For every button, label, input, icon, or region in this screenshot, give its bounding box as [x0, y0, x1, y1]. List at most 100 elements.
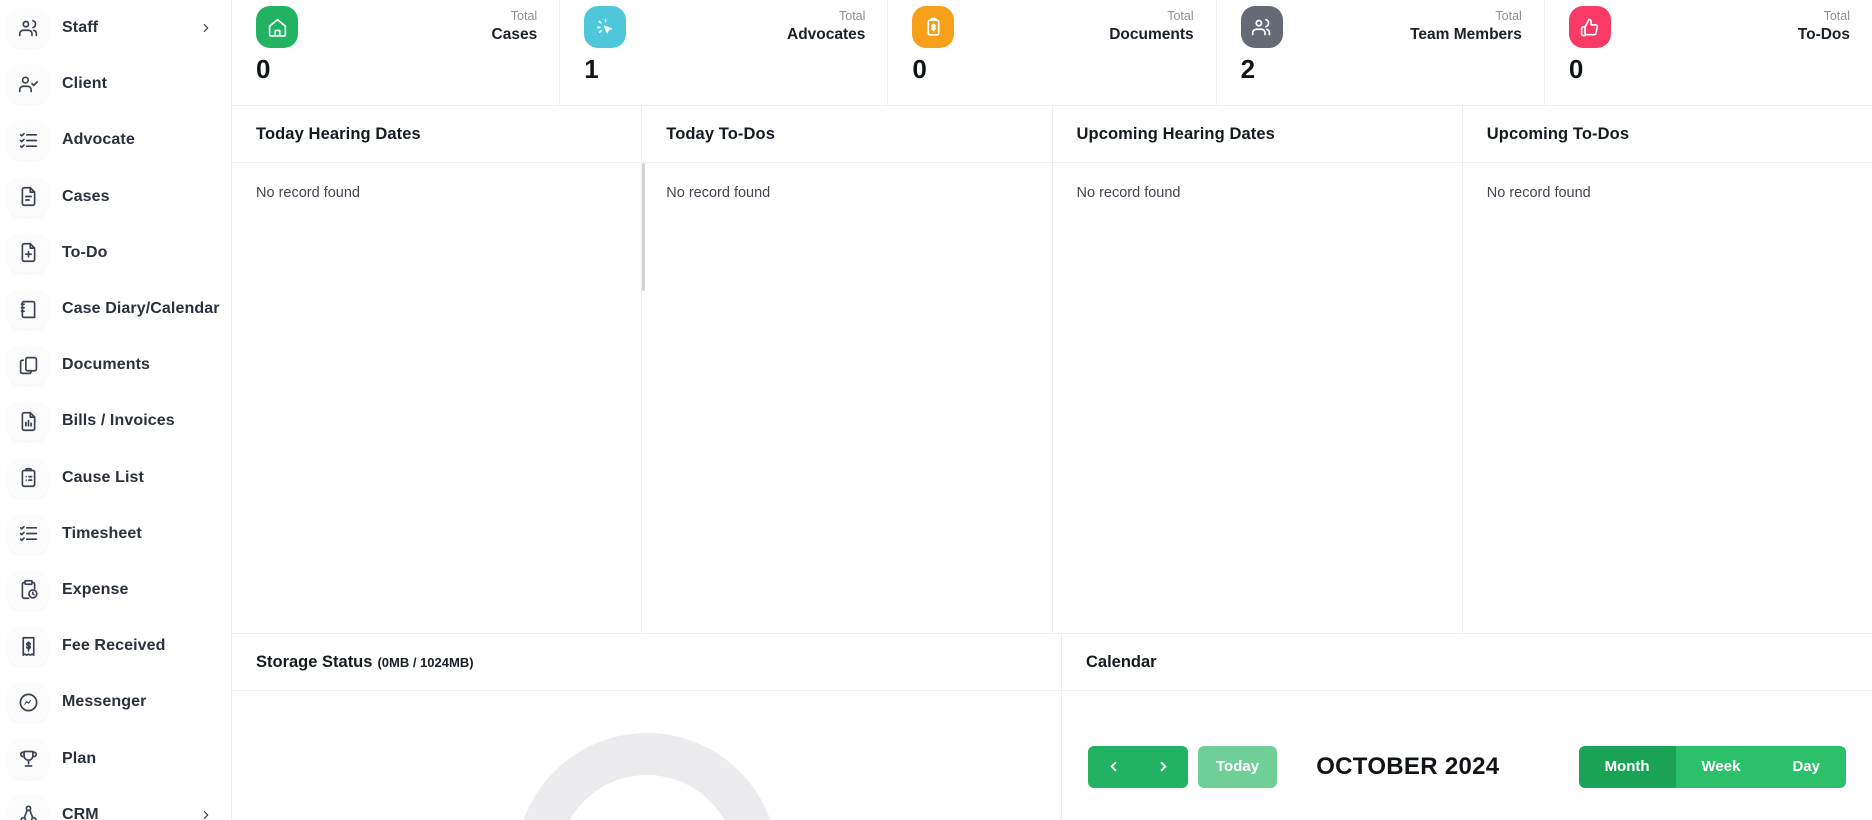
calendar-prev-button[interactable]	[1088, 745, 1138, 788]
panel-body: No record found	[1053, 163, 1462, 633]
stat-card-meta: Total Team Members	[1410, 6, 1522, 45]
calendar-title: Calendar	[1086, 652, 1157, 671]
calendar-view-day-button[interactable]: Day	[1766, 745, 1846, 788]
sidebar-item-label: To-Do	[62, 243, 108, 261]
panel-title: Upcoming Hearing Dates	[1076, 124, 1275, 143]
file-text-icon	[8, 176, 48, 217]
sidebar-item-cases[interactable]: Cases	[0, 169, 231, 225]
stat-card-documents[interactable]: Total Documents 0	[888, 0, 1217, 105]
stat-card-advocates[interactable]: Total Advocates 1	[560, 0, 889, 105]
trophy-icon	[8, 738, 48, 779]
panel-header: Today Hearing Dates	[232, 106, 642, 163]
stat-card-top: Total Team Members	[1240, 6, 1522, 48]
stat-card-cases[interactable]: Total Cases 0	[232, 0, 561, 105]
storage-status-title: Storage Status	[256, 652, 373, 671]
calendar-nav-group	[1088, 745, 1188, 788]
panel-header: Upcoming To-Dos	[1462, 106, 1872, 163]
sidebar-item-fee-received[interactable]: Fee Received	[0, 618, 231, 674]
stat-card-name: To-Dos	[1797, 25, 1851, 43]
dashboard-panels: Today Hearing Dates No record found Today …	[232, 106, 1872, 634]
sidebar-item-case-diary-calendar[interactable]: Case Diary/Calendar	[0, 281, 231, 337]
sidebar-item-documents[interactable]: Documents	[0, 337, 231, 393]
sidebar-nav-list: Staff Client Advocate Cases To-Do Case Diary/…	[0, 0, 231, 820]
storage-status-header: Storage Status (0MB / 1024MB)	[232, 634, 1061, 691]
panel-today-to-dos: Today To-Dos No record found	[642, 106, 1053, 633]
calendar-toolbar: Today OCTOBER 2024 Month Week Day	[1062, 691, 1872, 820]
calendar-month-title: OCTOBER 2024	[1316, 752, 1500, 780]
stat-card-value: 1	[584, 54, 599, 84]
sidebar: Staff Client Advocate Cases To-Do Case Diary/…	[0, 0, 232, 820]
sidebar-item-label: Expense	[62, 580, 129, 598]
stat-card-team-members[interactable]: Total Team Members 2	[1217, 0, 1545, 105]
stat-card-meta: Total To-Dos	[1798, 6, 1850, 45]
stat-card-value: 2	[1240, 54, 1256, 84]
file-plus-icon	[8, 232, 48, 273]
chevron-right-icon[interactable]	[199, 21, 213, 35]
network-icon	[8, 794, 48, 820]
sidebar-item-timesheet[interactable]: Timesheet	[0, 506, 231, 562]
sidebar-item-plan[interactable]: Plan	[0, 730, 231, 786]
sidebar-item-label: Timesheet	[62, 524, 142, 542]
panel-empty-message: No record found	[1486, 185, 1591, 201]
home-icon	[256, 6, 298, 48]
panel-empty-message: No record found	[666, 185, 771, 201]
bottom-row: Storage Status (0MB / 1024MB) Calendar T…	[232, 634, 1872, 820]
stat-card-name: Advocates	[787, 25, 866, 43]
calendar-next-button[interactable]	[1138, 745, 1188, 788]
stat-card-total-label: Total	[1167, 9, 1194, 23]
panel-scrollbar[interactable]	[642, 163, 646, 291]
sidebar-item-label: Staff	[62, 19, 99, 37]
stats-row: Total Cases 0 Total Advocates 1 Total Documents…	[232, 0, 1872, 106]
calendar-view-switcher: Month Week Day	[1578, 745, 1846, 788]
sidebar-item-label: Plan	[62, 749, 97, 767]
sidebar-item-bills-invoices[interactable]: Bills / Invoices	[0, 393, 231, 449]
panel-title: Today Hearing Dates	[256, 124, 421, 143]
copy-icon	[8, 345, 48, 386]
calendar-header: Calendar	[1062, 634, 1872, 691]
chevron-left-icon	[1106, 759, 1121, 774]
chat-icon	[8, 682, 48, 723]
panel-header: Today To-Dos	[642, 106, 1052, 163]
checklist-icon	[8, 513, 48, 554]
sidebar-item-label: Bills / Invoices	[62, 412, 175, 430]
stat-card-total-label: Total	[1823, 9, 1851, 23]
stat-card-meta: Total Advocates	[787, 6, 865, 45]
stat-card-top: Total Advocates	[584, 6, 865, 48]
sidebar-item-messenger[interactable]: Messenger	[0, 674, 231, 730]
panel-header: Upcoming Hearing Dates	[1052, 106, 1462, 163]
stat-card-to-dos[interactable]: Total To-Dos 0	[1545, 0, 1872, 105]
panel-empty-message: No record found	[1076, 185, 1181, 201]
sidebar-item-label: Cause List	[62, 468, 144, 486]
chevron-right-icon[interactable]	[199, 808, 213, 820]
stat-card-value: 0	[1568, 54, 1584, 84]
chevron-right-icon	[1156, 759, 1171, 774]
app-root: Staff Client Advocate Cases To-Do Case Diary/…	[0, 0, 1872, 820]
panel-empty-message: No record found	[256, 185, 360, 201]
sidebar-item-staff[interactable]: Staff	[0, 0, 231, 56]
sidebar-item-expense[interactable]: Expense	[0, 562, 231, 618]
sidebar-item-advocate[interactable]: Advocate	[0, 112, 231, 168]
sidebar-item-client[interactable]: Client	[0, 56, 231, 112]
calendar-today-button[interactable]: Today	[1198, 745, 1278, 788]
sidebar-item-crm[interactable]: CRM	[0, 787, 231, 820]
book-icon	[8, 289, 48, 330]
main-content: Total Cases 0 Total Advocates 1 Total Documents…	[232, 0, 1872, 820]
file-chart-icon	[8, 401, 48, 442]
receipt-dollar-icon	[8, 626, 48, 667]
sidebar-item-to-do[interactable]: To-Do	[0, 225, 231, 281]
sidebar-item-label: Client	[62, 75, 108, 93]
stat-card-name: Team Members	[1410, 25, 1522, 43]
stat-card-meta: Total Cases	[492, 6, 538, 45]
storage-status-body	[232, 691, 1061, 820]
sidebar-item-label: Fee Received	[62, 637, 166, 655]
panel-upcoming-hearing-dates: Upcoming Hearing Dates No record found	[1052, 106, 1463, 633]
calendar-view-week-button[interactable]: Week	[1675, 745, 1767, 788]
panel-title: Upcoming To-Dos	[1486, 124, 1630, 143]
sidebar-item-cause-list[interactable]: Cause List	[0, 450, 231, 506]
panel-today-hearing-dates: Today Hearing Dates No record found	[232, 106, 643, 633]
stat-card-total-label: Total	[1495, 9, 1522, 23]
cursor-click-icon	[584, 6, 627, 48]
storage-status-usage: (0MB / 1024MB)	[377, 654, 474, 670]
calendar-view-month-button[interactable]: Month	[1578, 745, 1676, 788]
stat-card-total-label: Total	[839, 9, 866, 23]
